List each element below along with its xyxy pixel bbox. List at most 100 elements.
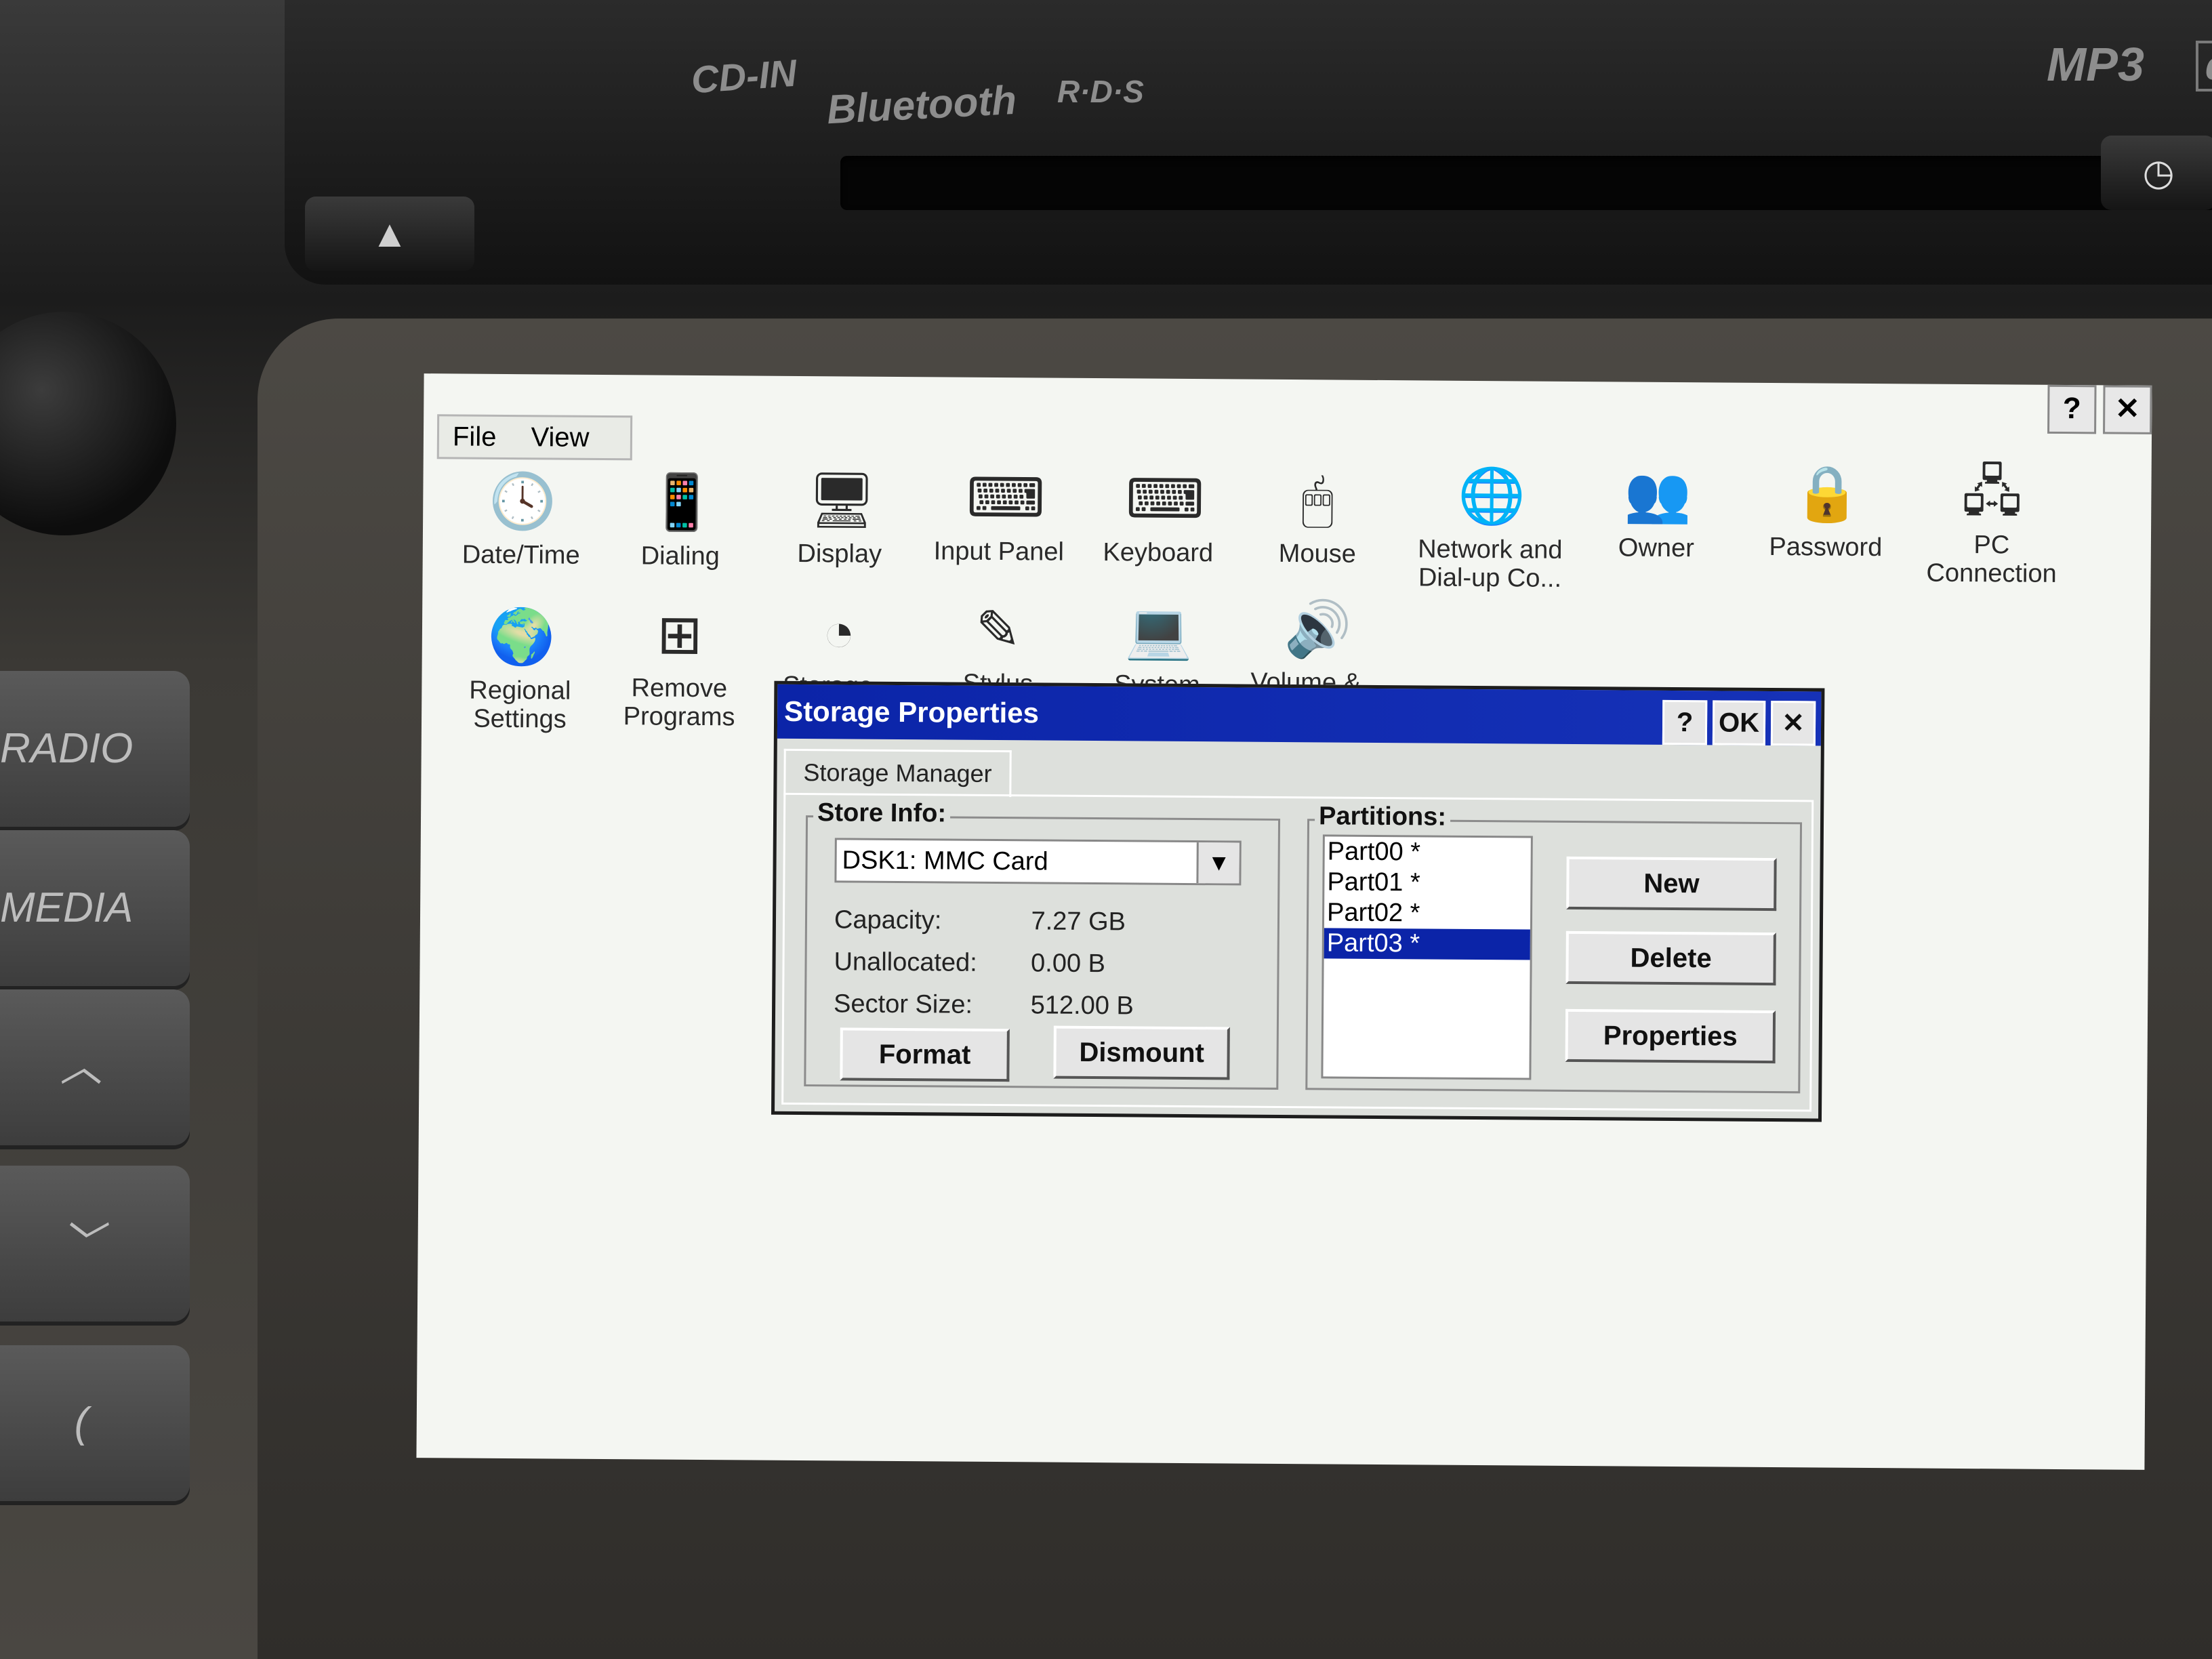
bluetooth-logo: Bluetooth	[825, 77, 1018, 133]
menu-file[interactable]: File	[453, 422, 497, 451]
cp-item-label: PC Connection	[1926, 531, 2057, 588]
cp-item-label: Input Panel	[933, 537, 1065, 567]
tab-panel: Store Info: DSK1: MMC Card ▼ Capacity: 7…	[781, 792, 1814, 1112]
cd-slot	[840, 156, 2212, 210]
compact-disc-logo: disc	[2196, 41, 2212, 91]
radio-button[interactable]: RADIO	[0, 671, 190, 827]
display-icon: 🖥	[807, 470, 877, 531]
dialog-ok-button[interactable]: OK	[1712, 700, 1766, 745]
media-button[interactable]: MEDIA	[0, 830, 190, 986]
up-button[interactable]: ︿	[0, 989, 190, 1145]
keyboard-panel-icon: ⌨	[966, 467, 1046, 529]
partition-properties-button[interactable]: Properties	[1565, 1008, 1776, 1064]
cp-item-remove-programs[interactable]: ⊞ Remove Programs	[598, 602, 761, 732]
partitions-list[interactable]: Part00 * Part01 * Part02 * Part03 *	[1321, 834, 1533, 1080]
windows-flag-icon: ⊞	[657, 604, 703, 665]
sector-size-row: Sector Size: 512.00 B	[834, 989, 1134, 1021]
network-globe-icon: 🌐	[1458, 465, 1526, 527]
speaker-icon: 🔊	[1284, 598, 1352, 659]
stylus-icon: ✎	[975, 599, 1021, 661]
tab-storage-manager[interactable]: Storage Manager	[783, 748, 1012, 798]
store-select-value: DSK1: MMC Card	[842, 846, 1048, 876]
mp3-logo: MP3	[2047, 38, 2144, 91]
cp-item-label: Remove Programs	[623, 674, 735, 732]
phone-icon: 📱	[647, 472, 716, 533]
cp-item-input-panel[interactable]: ⌨ Input Panel	[918, 465, 1081, 567]
cp-item-label: Date/Time	[462, 540, 580, 570]
cp-item-password[interactable]: 🔒 Password	[1744, 461, 1908, 562]
sector-size-label: Sector Size:	[833, 989, 973, 1019]
capacity-row: Capacity: 7.27 GB	[834, 905, 1126, 937]
window-close-button[interactable]: ✕	[2103, 385, 2152, 434]
sector-size-value: 512.00 B	[1030, 991, 1134, 1021]
cp-item-network[interactable]: 🌐 Network and Dial-up Co...	[1398, 463, 1582, 593]
volume-knob[interactable]	[0, 312, 176, 535]
partitions-group: Partitions: Part00 * Part01 * Part02 * P…	[1305, 802, 1803, 1094]
cp-item-dialing[interactable]: 📱 Dialing	[599, 470, 762, 571]
dialog-close-button[interactable]: ✕	[1770, 701, 1816, 746]
clock-button[interactable]: ◷	[2101, 136, 2212, 210]
new-partition-button[interactable]: New	[1566, 856, 1777, 912]
cp-item-label: Network and Dial-up Co...	[1418, 535, 1563, 593]
cp-item-volume[interactable]: 🔊 Volume &...	[1235, 596, 1398, 697]
owner-icon: 👥	[1624, 464, 1692, 525]
cp-item-regional-settings[interactable]: 🌍 Regional Settings	[438, 604, 602, 734]
cp-item-label: Display	[797, 539, 882, 569]
night-mode-button[interactable]: (	[0, 1345, 190, 1501]
cp-item-date-time[interactable]: 🕓 Date/Time	[440, 468, 603, 570]
cp-item-display[interactable]: 🖥 Display	[758, 468, 922, 569]
calendar-clock-icon: 🕓	[488, 470, 557, 532]
system-icon: 💻	[1124, 600, 1193, 662]
mouse-icon: 🖱	[1301, 470, 1334, 531]
regional-globe-icon: 🌍	[487, 606, 556, 668]
window-title-buttons: ? ✕	[2041, 384, 2152, 434]
window-help-button[interactable]: ?	[2047, 384, 2097, 434]
unallocated-value: 0.00 B	[1030, 949, 1106, 979]
list-item[interactable]: Part02 *	[1324, 897, 1530, 929]
control-panel-grid: 🕓 Date/Time 📱 Dialing 🖥 Display ⌨ Input …	[424, 461, 2152, 734]
storage-icon: ◔	[822, 602, 856, 663]
list-item[interactable]: Part00 *	[1325, 836, 1531, 868]
cp-item-keyboard[interactable]: ⌨ Keyboard	[1077, 466, 1240, 568]
store-info-label: Store Info:	[813, 798, 951, 829]
cp-item-label: Keyboard	[1103, 538, 1214, 568]
menu-view[interactable]: View	[531, 422, 589, 453]
cd-in-label: CD-IN	[689, 51, 798, 102]
cp-item-label: Regional Settings	[469, 676, 571, 734]
padlock-icon: 🔒	[1793, 463, 1862, 524]
menu-bar: File View	[436, 414, 632, 461]
cp-item-owner[interactable]: 👥 Owner	[1575, 462, 1738, 563]
cp-item-pc-connection[interactable]: 🖧 PC Connection	[1910, 458, 2073, 588]
chevron-down-icon[interactable]: ▼	[1196, 842, 1240, 884]
capacity-label: Capacity:	[834, 905, 942, 935]
cp-item-label: Mouse	[1278, 539, 1356, 569]
eject-button[interactable]: ▲	[305, 197, 474, 271]
unallocated-row: Unallocated: 0.00 B	[834, 947, 1105, 979]
list-item[interactable]: Part01 *	[1324, 867, 1530, 899]
dialog-title-bar: Storage Properties ? OK ✕	[777, 684, 1822, 746]
dialog-title-buttons: ? OK ✕	[1657, 695, 1816, 750]
list-item-selected[interactable]: Part03 *	[1324, 928, 1530, 960]
cp-item-label: Password	[1769, 532, 1883, 562]
storage-properties-dialog: Storage Properties ? OK ✕ Storage Manager …	[771, 680, 1825, 1122]
dismount-button[interactable]: Dismount	[1053, 1025, 1230, 1080]
cp-item-label: Owner	[1618, 533, 1694, 563]
cp-item-label: Dialing	[640, 541, 720, 571]
head-unit-top-panel: CD-IN Bluetooth R·D·S MP3 disc	[285, 0, 2212, 285]
format-button[interactable]: Format	[840, 1027, 1010, 1082]
car-dashboard: CD-IN Bluetooth R·D·S MP3 disc ▲ ◷ RADIO…	[0, 0, 2212, 1659]
touchscreen: ? ✕ File View 🕓 Date/Time 📱 Dialing 🖥 Dis…	[416, 373, 2152, 1470]
capacity-value: 7.27 GB	[1031, 907, 1126, 937]
dialog-help-button[interactable]: ?	[1662, 699, 1708, 745]
delete-partition-button[interactable]: Delete	[1565, 930, 1776, 986]
store-select[interactable]: DSK1: MMC Card ▼	[834, 838, 1242, 886]
cp-item-mouse[interactable]: 🖱 Mouse	[1236, 467, 1399, 569]
pc-connection-icon: 🖧	[1961, 460, 2023, 522]
partitions-label: Partitions:	[1314, 802, 1451, 832]
rds-logo: R·D·S	[1057, 74, 1144, 109]
store-info-group: Store Info: DSK1: MMC Card ▼ Capacity: 7…	[804, 798, 1281, 1090]
unallocated-label: Unallocated:	[834, 947, 977, 977]
down-button[interactable]: ﹀	[0, 1166, 190, 1322]
dialog-title: Storage Properties	[783, 695, 1040, 729]
keyboard-icon: ⌨	[1126, 468, 1205, 530]
